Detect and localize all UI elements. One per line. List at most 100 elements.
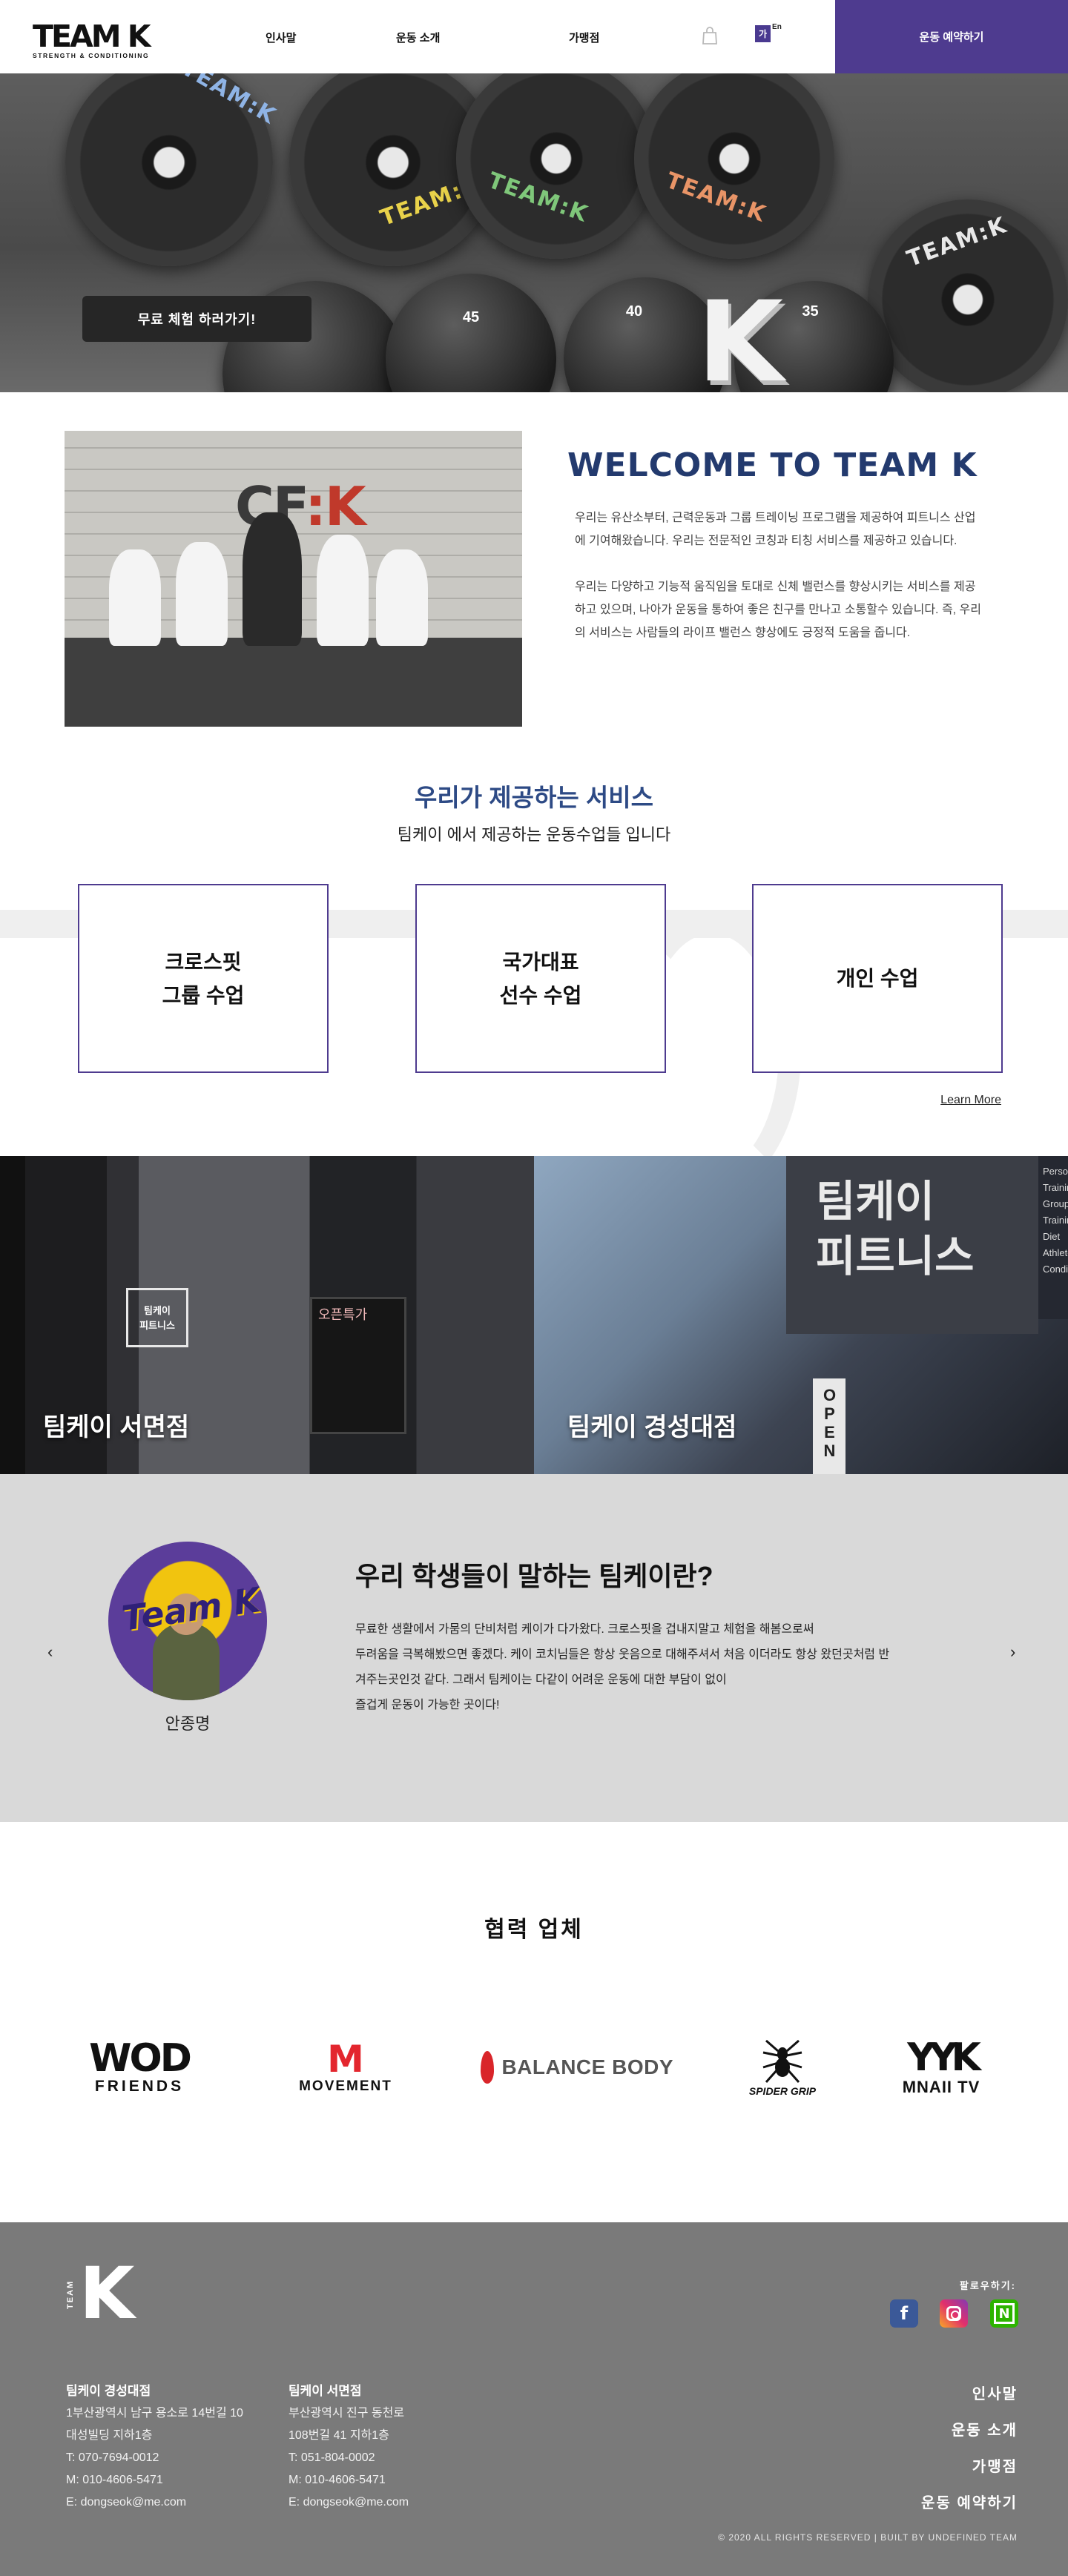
- weight-plate: TEAM:K: [634, 73, 834, 259]
- facebook-glyph: f: [900, 2303, 909, 2324]
- weight-plate: TEAM:K: [456, 73, 656, 259]
- service-card-personal[interactable]: 개인 수업: [752, 884, 1003, 1073]
- footer-logo-team: TEAM: [66, 2279, 75, 2309]
- branch-seomyeon-card[interactable]: 팀케이 피트니스 오픈특가 팀케이 서면점: [0, 1156, 534, 1474]
- footer-nav-franchise[interactable]: 가맹점: [921, 2449, 1018, 2486]
- testimonial-quote: 무료한 생활에서 가뭄의 단비처럼 케이가 다가왔다. 크로스핏을 겁내지말고 …: [355, 1617, 963, 1718]
- welcome-section: CF:K WELCOME TO TEAM K 우리는 유산소부터, 근력운동과 …: [0, 392, 1068, 741]
- welcome-description: 우리는 유산소부터, 근력운동과 그룹 트레이닝 프로그램을 제공하여 피트니스…: [575, 506, 986, 644]
- footer-logo-k: K: [79, 2252, 135, 2335]
- testimonial-title: 우리 학생들이 말하는 팀케이란?: [355, 1561, 713, 1591]
- branch-address: 1부산광역시 남구 용소로 14번길 10: [66, 2407, 243, 2420]
- prev-arrow-icon[interactable]: ‹: [47, 1642, 53, 1662]
- branch-address: 부산광역시 진구 동천로: [289, 2407, 405, 2420]
- footer-logo[interactable]: TEAM K: [66, 2256, 134, 2331]
- spider-icon: [762, 2039, 802, 2083]
- branch-kyungsung-card[interactable]: 팀케이 피트니스 Personal Training Group Trainin…: [534, 1156, 1068, 1474]
- services-section: 우리가 제공하는 서비스 팀케이 에서 제공하는 운동수업들 입니다 크로스핏 …: [0, 741, 1068, 1156]
- storefront-side-sign: Personal Training Group Training Diet At…: [1038, 1156, 1068, 1319]
- welcome-paragraph: 우리는 다양하고 기능적 움직임을 토대로 신체 밸런스를 향상시키는 서비스를…: [575, 581, 981, 639]
- branch-address: 108번길 41 지하1층: [289, 2429, 389, 2442]
- branch-label: 팀케이 서면점: [43, 1413, 190, 1441]
- instagram-icon[interactable]: [940, 2299, 968, 2328]
- follow-label: 팔로우하기:: [959, 2280, 1016, 2291]
- site-header: TEAM K STRENGTH & CONDITIONING 인사말 운동 소개…: [0, 0, 1068, 73]
- pillar: [0, 1156, 25, 1474]
- side-sign-line: Athlete: [1043, 1247, 1068, 1258]
- site-footer: TEAM K 팔로우하기: f N 팀케이 경성대점 1부산광역시 남구 용소로…: [0, 2222, 1068, 2576]
- branch-phone: T: 051-804-0002: [289, 2451, 375, 2464]
- mnaiitv-logo-mark: YYK: [907, 2035, 981, 2080]
- learn-more-link[interactable]: Learn More: [940, 1094, 1001, 1107]
- weight-plate: TEAM:K: [65, 73, 281, 266]
- student-name: 안종명: [165, 1714, 211, 1733]
- naver-letter: N: [998, 2305, 1010, 2322]
- person-figure: [317, 535, 369, 646]
- next-arrow-icon[interactable]: ›: [1010, 1642, 1015, 1662]
- lang-korean[interactable]: 가: [755, 25, 771, 42]
- copyright-text: © 2020 ALL RIGHTS RESERVED | BUILT BY UN…: [718, 2532, 1018, 2543]
- person-figure: [376, 549, 428, 646]
- movement-logo-mark: M: [327, 2038, 364, 2081]
- partner-mnaii-tv[interactable]: YYK MNAII TV: [893, 2027, 989, 2108]
- nav-franchise[interactable]: 가맹점: [569, 30, 599, 45]
- partner-balance-body[interactable]: BALANCE BODY: [481, 2027, 673, 2108]
- footer-branch-seomyeon: 팀케이 서면점 부산광역시 진구 동천로 108번길 41 지하1층 T: 05…: [289, 2380, 409, 2514]
- partners-section: 협력 업체 WOD FRIENDS M MOVEMENT BALANCE BOD…: [0, 1822, 1068, 2222]
- nav-greeting[interactable]: 인사말: [266, 30, 296, 45]
- chalkboard-title: 오픈특가: [318, 1307, 368, 1322]
- branch-window-sign: 팀케이 피트니스: [126, 1288, 188, 1347]
- side-sign-line: Training: [1043, 1182, 1068, 1193]
- team-photo: CF:K: [65, 431, 522, 727]
- balance-drop-icon: [481, 2051, 495, 2084]
- footer-nav: 인사말 운동 소개 가맹점 운동 예약하기: [921, 2377, 1018, 2522]
- branch-address: 대성빌딩 지하1층: [66, 2429, 153, 2442]
- medicine-ball: 45: [386, 274, 556, 392]
- lang-english[interactable]: En: [772, 23, 782, 31]
- quote-line: 두려움을 극복해봤으면 좋겠다. 케이 코치님들은 항상 웃음으로 대해주셔서 …: [355, 1648, 890, 1661]
- plate-label: TEAM:K: [662, 167, 771, 228]
- naver-icon[interactable]: N: [990, 2299, 1018, 2328]
- footer-nav-greeting[interactable]: 인사말: [921, 2377, 1018, 2413]
- testimonial-section: ‹ Team K 안종명 우리 학생들이 말하는 팀케이란? 무료한 생활에서 …: [0, 1474, 1068, 1822]
- free-trial-button[interactable]: 무료 체험 하러가기!: [82, 296, 312, 342]
- plate-label: TEAM:K: [177, 73, 281, 130]
- reserve-exercise-button[interactable]: 운동 예약하기: [835, 0, 1068, 73]
- language-toggle[interactable]: 가 En: [755, 23, 782, 42]
- ball-weight-label: 45: [462, 309, 480, 326]
- services-title: 우리가 제공하는 서비스: [415, 784, 653, 811]
- service-card-national-athlete[interactable]: 국가대표 선수 수업: [415, 884, 666, 1073]
- nav-exercise-intro[interactable]: 운동 소개: [396, 30, 440, 45]
- services-subtitle: 팀케이 에서 제공하는 운동수업들 입니다: [397, 825, 671, 844]
- shopping-bag-icon[interactable]: [702, 27, 718, 44]
- photo-sign-k: :K: [305, 475, 366, 538]
- footer-branch-kyungsung: 팀케이 경성대점 1부산광역시 남구 용소로 14번길 10 대성빌딩 지하1층…: [66, 2380, 243, 2514]
- storefront-sign: 팀케이 피트니스: [786, 1156, 1038, 1334]
- facebook-icon[interactable]: f: [890, 2299, 918, 2328]
- partner-wod-friends[interactable]: WOD FRIENDS: [80, 2027, 199, 2108]
- hero-banner: TEAM:K TEAM:K TEAM:K TEAM:K TEAM:K 45 40…: [0, 73, 1068, 392]
- weight-plate: TEAM:K: [868, 199, 1068, 392]
- student-avatar: Team K: [108, 1542, 267, 1700]
- footer-nav-exercise-intro[interactable]: 운동 소개: [921, 2413, 1018, 2449]
- person-figure: [109, 549, 161, 646]
- logo-mark: TEAM K: [33, 19, 151, 54]
- welcome-paragraph: 우리는 유산소부터, 근력운동과 그룹 트레이닝 프로그램을 제공하여 피트니스…: [575, 512, 976, 547]
- quote-line: 즐겁게 운동이 가능한 곳이다!: [355, 1699, 500, 1711]
- person-figure: [176, 542, 228, 646]
- branch-mobile: M: 010-4606-5471: [289, 2474, 386, 2486]
- branch-name: 팀케이 서면점: [289, 2384, 362, 2398]
- partner-movement[interactable]: M MOVEMENT: [279, 2027, 412, 2108]
- team-k-logo[interactable]: TEAM K STRENGTH & CONDITIONING: [33, 19, 151, 60]
- service-card-crossfit[interactable]: 크로스핏 그룹 수업: [78, 884, 329, 1073]
- partner-spider-grip[interactable]: SPIDER GRIP: [742, 2027, 823, 2108]
- quote-line: 겨주는곳인것 같다. 그래서 팀케이는 다같이 어려운 운동에 대한 부담이 없…: [355, 1674, 727, 1686]
- side-sign-line: Personal: [1043, 1166, 1068, 1177]
- photo-floor: [65, 638, 522, 727]
- mnaiitv-logo-word: MNAII TV: [902, 2078, 980, 2096]
- partners-title: 협력 업체: [484, 1918, 584, 1942]
- balance-logo-word: BALANCE BODY: [501, 2055, 673, 2078]
- plate-label: TEAM:K: [484, 167, 593, 228]
- footer-nav-reserve[interactable]: 운동 예약하기: [921, 2486, 1018, 2522]
- hero-k-letter: K: [697, 278, 784, 392]
